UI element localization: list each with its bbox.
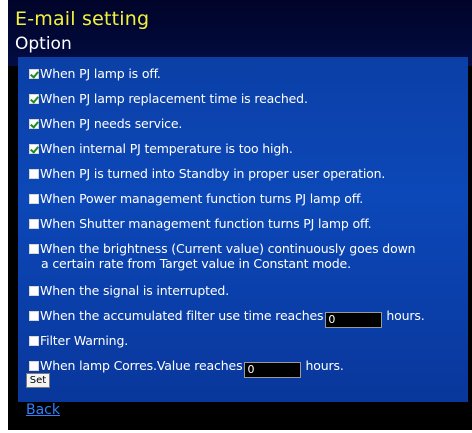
option-checkbox[interactable] — [29, 194, 39, 204]
option-lamp-corres-value[interactable]: When lamp Corres.Value reaches hours. — [29, 358, 344, 378]
hours-unit-label: hours. — [305, 358, 344, 373]
option-checkbox[interactable] — [29, 69, 39, 79]
options-panel: When PJ lamp is off. When PJ lamp replac… — [18, 57, 468, 402]
option-checkbox[interactable] — [29, 94, 39, 104]
option-label: When PJ is turned into Standby in proper… — [40, 166, 386, 181]
option-needs-service[interactable]: When PJ needs service. — [29, 116, 182, 131]
option-power-management[interactable]: When Power management function turns PJ … — [29, 191, 363, 206]
option-label: When internal PJ temperature is too high… — [40, 141, 293, 156]
option-filter-time[interactable]: When the accumulated filter use time rea… — [29, 308, 425, 328]
back-link[interactable]: Back — [26, 402, 60, 418]
option-label: When the accumulated filter use time rea… — [40, 308, 324, 323]
option-temperature-high[interactable]: When internal PJ temperature is too high… — [29, 141, 293, 156]
lamp-hours-input[interactable] — [244, 361, 302, 378]
option-checkbox[interactable] — [29, 286, 39, 296]
option-standby[interactable]: When PJ is turned into Standby in proper… — [29, 166, 385, 181]
option-checkbox[interactable] — [29, 219, 39, 229]
option-lamp-off[interactable]: When PJ lamp is off. — [29, 66, 161, 81]
option-checkbox[interactable] — [29, 244, 39, 254]
option-filter-warning[interactable]: Filter Warning. — [29, 333, 128, 348]
option-label: When the brightness (Current value) cont… — [40, 241, 416, 256]
option-label: When PJ lamp is off. — [40, 66, 161, 81]
option-checkbox[interactable] — [29, 119, 39, 129]
option-checkbox[interactable] — [29, 361, 39, 371]
page-title: E-mail setting — [15, 8, 150, 30]
option-lamp-replacement[interactable]: When PJ lamp replacement time is reached… — [29, 91, 308, 106]
option-checkbox[interactable] — [29, 336, 39, 346]
option-label: When PJ needs service. — [40, 116, 183, 131]
filter-hours-input[interactable] — [325, 311, 383, 328]
email-setting-window: E-mail setting Option When PJ lamp is of… — [8, 0, 472, 430]
hours-unit-label: hours. — [386, 308, 425, 323]
option-signal-interrupted[interactable]: When the signal is interrupted. — [29, 283, 229, 298]
option-checkbox[interactable] — [29, 169, 39, 179]
option-label: When the signal is interrupted. — [40, 283, 230, 298]
option-label: When PJ lamp replacement time is reached… — [40, 91, 308, 106]
option-checkbox[interactable] — [29, 311, 39, 321]
option-checkbox[interactable] — [29, 144, 39, 154]
section-title: Option — [15, 34, 72, 54]
option-brightness[interactable]: When the brightness (Current value) cont… — [29, 241, 416, 271]
option-label: When lamp Corres.Value reaches — [40, 358, 243, 373]
option-shutter-management[interactable]: When Shutter management function turns P… — [29, 216, 372, 231]
option-label: When Power management function turns PJ … — [40, 191, 364, 206]
set-button[interactable]: Set — [26, 373, 50, 388]
option-label: Filter Warning. — [40, 333, 129, 348]
option-label: When Shutter management function turns P… — [40, 216, 372, 231]
option-label-line2: a certain rate from Target value in Cons… — [41, 256, 351, 271]
